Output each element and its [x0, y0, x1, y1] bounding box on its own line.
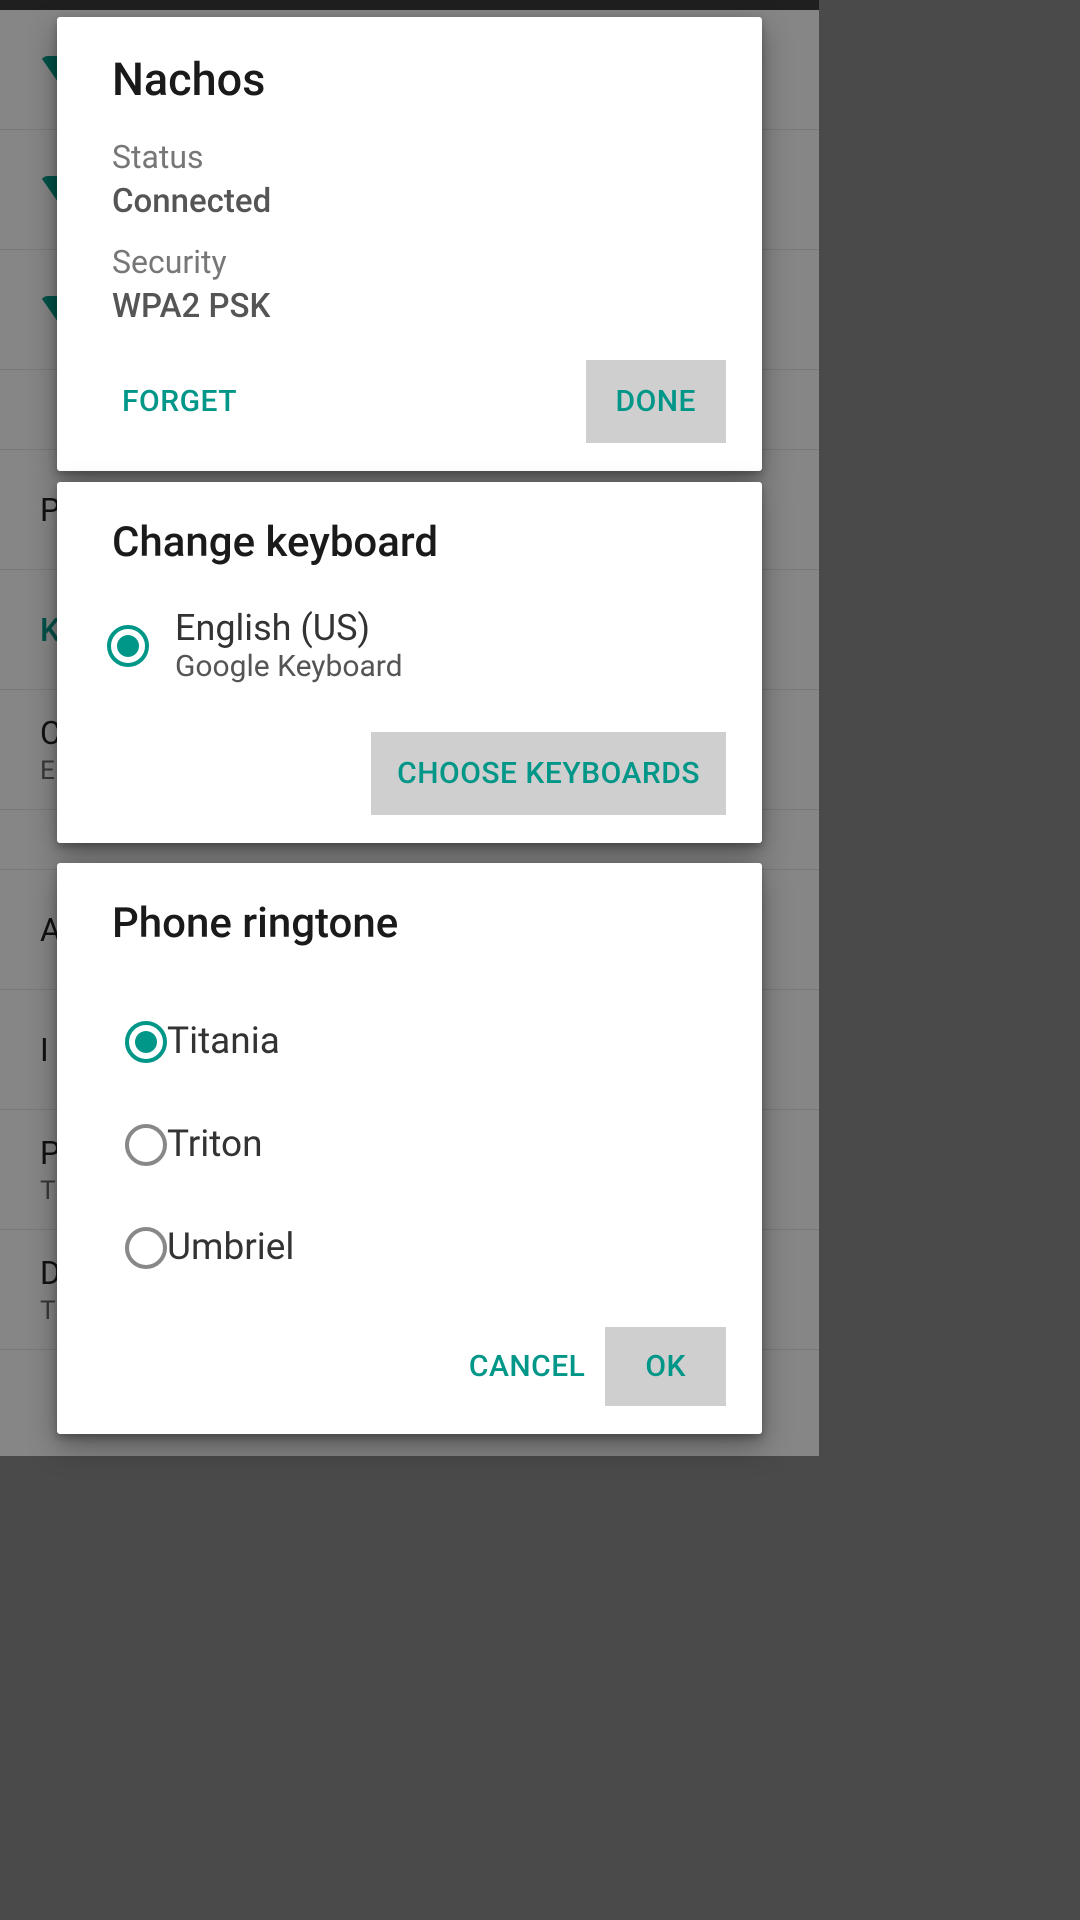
- forget-button[interactable]: FORGET: [112, 368, 247, 435]
- ringtone-option-titania[interactable]: Titania: [75, 990, 762, 1093]
- keyboard-option-language: English (US): [175, 607, 403, 649]
- status-value: Connected: [57, 182, 762, 221]
- keyboard-option[interactable]: English (US) Google Keyboard: [57, 593, 762, 698]
- wifi-network-name: Nachos: [57, 17, 762, 132]
- keyboard-option-name: Google Keyboard: [175, 649, 403, 684]
- ringtone-name: Umbriel: [167, 1226, 294, 1269]
- ringtone-name: Titania: [167, 1020, 280, 1063]
- phone-ringtone-dialog: Phone ringtone Titania Triton Umbriel CA…: [57, 863, 762, 1434]
- keyboard-dialog-title: Change keyboard: [57, 482, 762, 593]
- change-keyboard-dialog: Change keyboard English (US) Google Keyb…: [57, 482, 762, 843]
- security-value: WPA2 PSK: [57, 287, 762, 326]
- ringtone-name: Triton: [167, 1123, 263, 1166]
- radio-selected-icon: [107, 625, 149, 667]
- ringtone-options-list: Titania Triton Umbriel: [75, 990, 762, 1299]
- choose-keyboards-button[interactable]: CHOOSE KEYBOARDS: [371, 732, 726, 815]
- ringtone-option-triton[interactable]: Triton: [75, 1093, 762, 1196]
- ok-button[interactable]: OK: [605, 1327, 726, 1406]
- radio-unselected-icon: [125, 1227, 167, 1269]
- wifi-details-dialog: Nachos Status Connected Security WPA2 PS…: [57, 17, 762, 471]
- radio-unselected-icon: [125, 1124, 167, 1166]
- ringtone-dialog-title: Phone ringtone: [57, 863, 762, 974]
- ringtone-option-umbriel[interactable]: Umbriel: [75, 1196, 762, 1299]
- done-button[interactable]: DONE: [586, 360, 727, 443]
- cancel-button[interactable]: CANCEL: [459, 1333, 596, 1400]
- status-label: Status: [57, 138, 762, 176]
- radio-selected-icon: [125, 1021, 167, 1063]
- security-label: Security: [57, 243, 762, 281]
